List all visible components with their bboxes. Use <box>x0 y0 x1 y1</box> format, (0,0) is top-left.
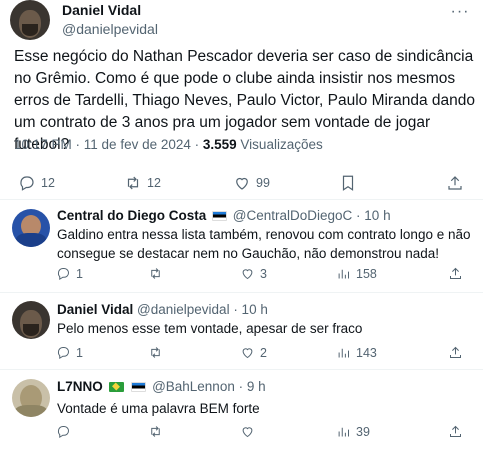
reply-author-name[interactable]: Daniel Vidal <box>57 302 133 317</box>
tweet-time[interactable]: 10:17 PM · 11 de fev de 2024 · <box>14 137 203 152</box>
reply-author-name[interactable]: L7NNO <box>57 379 103 394</box>
reply-button[interactable]: 12 <box>18 174 55 192</box>
reply-text: Vontade é uma palavra BEM forte <box>57 401 260 416</box>
reply-count: 12 <box>41 176 55 190</box>
views-icon <box>338 427 349 437</box>
retweet-icon <box>127 176 139 190</box>
share-icon <box>450 267 461 279</box>
reply-button[interactable]: 1 <box>56 266 83 281</box>
like-button[interactable] <box>240 424 255 439</box>
views-label: Visualizações <box>236 137 323 152</box>
like-icon <box>242 348 253 359</box>
views-button[interactable]: 39 <box>336 424 370 439</box>
like-button[interactable]: 99 <box>233 174 270 192</box>
reply-author-handle[interactable]: @danielpevidal · 10 h <box>137 302 268 317</box>
reply-author-handle[interactable]: @BahLennon · 9 h <box>152 379 266 394</box>
brazil-flag-icon <box>108 382 124 392</box>
retweet-button[interactable] <box>148 424 163 439</box>
reply-tweet[interactable]: Central do Diego Costa @CentralDoDiegoC … <box>0 201 483 293</box>
reply-icon <box>57 347 69 360</box>
views-count: 143 <box>356 345 377 360</box>
retweet-icon <box>151 426 160 437</box>
retweet-button[interactable] <box>148 266 163 281</box>
author-handle[interactable]: @danielpevidal <box>62 21 158 37</box>
share-button[interactable] <box>448 266 463 281</box>
like-button[interactable]: 2 <box>240 345 267 360</box>
like-count: 3 <box>260 266 267 281</box>
retweet-count: 12 <box>147 176 161 190</box>
avatar[interactable] <box>10 0 50 40</box>
retweet-icon <box>151 347 160 358</box>
share-icon <box>450 425 461 437</box>
reply-text: Pelo menos esse tem vontade, apesar de s… <box>57 321 363 336</box>
reply-button[interactable]: 1 <box>56 345 83 360</box>
views-icon <box>338 348 349 358</box>
share-icon <box>450 346 461 358</box>
views-count: 3.559 <box>202 137 237 152</box>
bookmark-button[interactable] <box>339 174 357 192</box>
share-button[interactable] <box>448 424 463 439</box>
main-tweet: Daniel Vidal @danielpevidal ··· Esse neg… <box>0 0 483 200</box>
reply-icon <box>57 426 69 439</box>
avatar[interactable] <box>12 209 50 247</box>
avatar[interactable] <box>12 301 50 339</box>
tweet-meta: 10:17 PM · 11 de fev de 2024 · 3.559 Vis… <box>14 137 323 152</box>
reply-count: 1 <box>76 345 83 360</box>
bookmark-icon <box>342 175 354 191</box>
like-icon <box>242 427 253 438</box>
views-icon <box>338 269 349 279</box>
share-button[interactable] <box>446 174 464 192</box>
avatar[interactable] <box>12 379 50 417</box>
reply-author-name[interactable]: Central do Diego Costa <box>57 208 206 223</box>
views-button[interactable]: 158 <box>336 266 377 281</box>
like-button[interactable]: 3 <box>240 266 267 281</box>
estonia-flag-icon <box>131 382 147 392</box>
estonia-flag-icon <box>212 211 228 221</box>
like-count: 2 <box>260 345 267 360</box>
views-count: 158 <box>356 266 377 281</box>
views-count: 39 <box>356 424 370 439</box>
share-icon <box>448 176 462 190</box>
reply-text: Galdino entra nessa lista também, renovo… <box>57 227 471 261</box>
retweet-button[interactable] <box>148 345 163 360</box>
retweet-icon <box>151 268 160 279</box>
reply-button[interactable] <box>56 424 71 439</box>
more-icon[interactable]: ··· <box>450 3 470 20</box>
reply-icon <box>57 268 69 281</box>
like-icon <box>236 177 248 190</box>
like-count: 99 <box>256 176 270 190</box>
share-button[interactable] <box>448 345 463 360</box>
reply-icon <box>20 176 34 191</box>
views-button[interactable]: 143 <box>336 345 377 360</box>
like-icon <box>242 269 253 280</box>
reply-author-handle[interactable]: @CentralDoDiegoC · 10 h <box>233 208 391 223</box>
reply-author[interactable]: Daniel Vidal @danielpevidal · 10 h <box>57 302 268 317</box>
reply-author[interactable]: L7NNO @BahLennon · 9 h <box>57 379 266 394</box>
reply-tweet[interactable]: L7NNO @BahLennon · 9 h Vontade é uma pal… <box>0 371 483 452</box>
reply-author[interactable]: Central do Diego Costa @CentralDoDiegoC … <box>57 208 391 223</box>
retweet-button[interactable]: 12 <box>124 174 161 192</box>
reply-count: 1 <box>76 266 83 281</box>
reply-tweet[interactable]: Daniel Vidal @danielpevidal · 10 h Pelo … <box>0 294 483 370</box>
author-name[interactable]: Daniel Vidal <box>62 2 141 18</box>
